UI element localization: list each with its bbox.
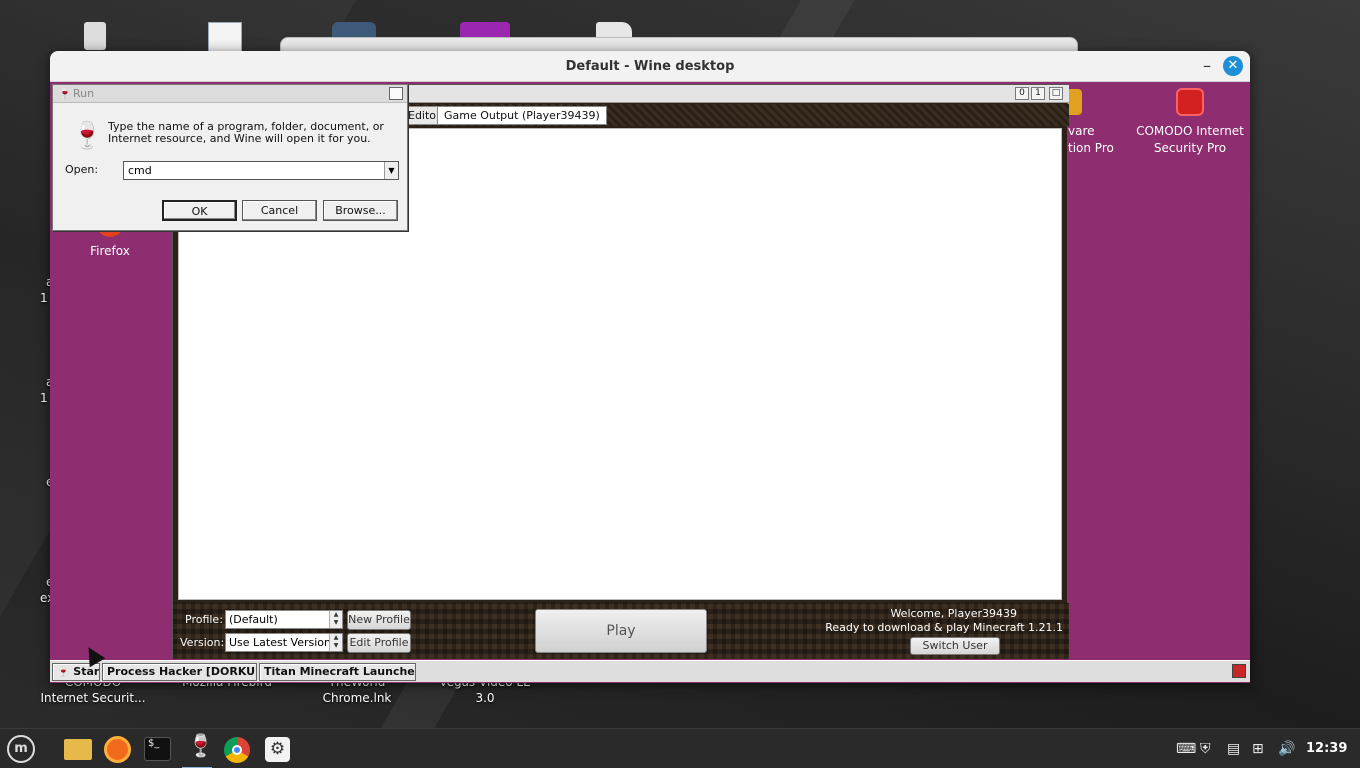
titlebar-button-1[interactable]: 1 <box>1031 87 1045 100</box>
ready-text: Ready to download & play Minecraft 1.21.… <box>825 621 1063 634</box>
maximize-button[interactable]: □ <box>1049 87 1063 100</box>
desktop-icon-label: Chrome.lnk <box>322 691 392 705</box>
maximize-button[interactable] <box>389 87 403 100</box>
profile-value: (Default) <box>229 613 278 626</box>
dropdown-arrow-icon[interactable]: ▼ <box>384 162 398 179</box>
run-dialog: 🍷 Run 🍷 Type the name of a program, fold… <box>52 84 408 231</box>
settings-icon[interactable]: ⚙ <box>260 732 294 766</box>
system-panel: m $_ 🍷 ⚙ ⌨ ⛨ ▤ ⊞ 🔊 12:39 <box>0 728 1360 768</box>
files-icon[interactable] <box>60 732 94 766</box>
version-select[interactable]: Use Latest Version ▲ ▼ <box>225 633 343 652</box>
run-title: Run <box>73 87 95 100</box>
clipboard-icon[interactable]: ▤ <box>1227 739 1240 759</box>
titlebar-button-0[interactable]: 0 <box>1015 87 1029 100</box>
spinner-icon[interactable]: ▲ ▼ <box>329 611 342 628</box>
shield-icon[interactable]: ⛨ <box>1200 739 1211 759</box>
spinner-icon[interactable]: ▲ ▼ <box>329 634 342 651</box>
version-label: Version: <box>180 636 225 649</box>
comodo-icon[interactable] <box>1176 88 1204 116</box>
tray-icon[interactable] <box>1232 664 1246 678</box>
open-input[interactable]: cmd ▼ <box>123 161 399 180</box>
open-label: Open: <box>65 163 99 176</box>
launcher-bottom-bar: Profile: (Default) ▲ ▼ New Profile Versio… <box>173 603 1069 659</box>
app-desktop-icon-partial[interactable] <box>1068 89 1082 115</box>
wine-titlebar[interactable]: Default - Wine desktop – ✕ <box>50 51 1250 82</box>
run-titlebar[interactable]: 🍷 Run <box>53 85 407 103</box>
ok-button[interactable]: OK <box>162 200 237 221</box>
partial-icon-label-2: tion Pro <box>1068 141 1114 155</box>
partial-icon-label-1: vare <box>1068 124 1095 138</box>
taskbar-item-process-hacker[interactable]: Process Hacker [DORKUS... <box>102 663 257 681</box>
wine-taskbar: 🍷 Start Process Hacker [DORKUS... Titan … <box>50 660 1250 682</box>
start-label: Start <box>73 665 100 678</box>
desktop-fragment-4: 1 <box>40 391 48 405</box>
minimize-button[interactable]: – <box>1196 55 1218 77</box>
comodo-label-2: Security Pro <box>1153 141 1227 155</box>
terminal-icon[interactable]: $_ <box>140 732 174 766</box>
network-icon[interactable]: ⊞ <box>1252 739 1264 759</box>
window-title: Default - Wine desktop <box>565 59 735 74</box>
wine-desktop-window: Default - Wine desktop – ✕ Firefox vare … <box>50 51 1250 683</box>
profile-label: Profile: <box>185 613 223 626</box>
tab-game-output[interactable]: Game Output (Player39439) <box>437 106 607 125</box>
firefox-icon[interactable] <box>100 732 134 766</box>
wine-glass-icon: 🍷 <box>71 121 104 151</box>
start-button[interactable]: 🍷 Start <box>52 663 100 681</box>
wine-glass-icon: 🍷 <box>57 667 70 678</box>
welcome-text: Welcome, Player39439 <box>890 607 1017 620</box>
desktop-icon-label: Internet Securit... <box>40 691 146 705</box>
version-value: Use Latest Version <box>229 636 331 649</box>
browse-button[interactable]: Browse... <box>323 200 398 221</box>
taskbar-item-titan-launcher[interactable]: Titan Minecraft Launcher 3... <box>259 663 416 681</box>
run-description: Type the name of a program, folder, docu… <box>108 120 384 145</box>
cancel-button[interactable]: Cancel <box>242 200 317 221</box>
new-profile-button[interactable]: New Profile <box>347 610 411 630</box>
keyboard-indicator-icon[interactable]: ⌨ <box>1176 739 1196 759</box>
usb-drive-icon[interactable] <box>84 22 106 50</box>
firefox-label: Firefox <box>90 244 130 258</box>
chrome-icon[interactable] <box>220 732 254 766</box>
profile-select[interactable]: (Default) ▲ ▼ <box>225 610 343 629</box>
clock[interactable]: 12:39 <box>1306 739 1347 759</box>
volume-icon[interactable]: 🔊 <box>1278 739 1295 759</box>
desktop-icon-label: 3.0 <box>475 691 495 705</box>
switch-user-button[interactable]: Switch User <box>910 637 1000 655</box>
wine-icon[interactable]: 🍷 <box>180 732 214 768</box>
comodo-label-1: COMODO Internet <box>1136 124 1244 138</box>
play-button[interactable]: Play <box>535 609 707 653</box>
wine-glass-icon: 🍷 <box>58 87 72 100</box>
close-button[interactable]: ✕ <box>1223 56 1243 76</box>
mint-menu-icon[interactable]: m <box>4 732 38 766</box>
edit-profile-button[interactable]: Edit Profile <box>347 633 411 653</box>
document-icon[interactable] <box>208 22 242 52</box>
desktop-fragment-2: 1 <box>40 291 48 305</box>
open-input-value: cmd <box>128 164 152 177</box>
